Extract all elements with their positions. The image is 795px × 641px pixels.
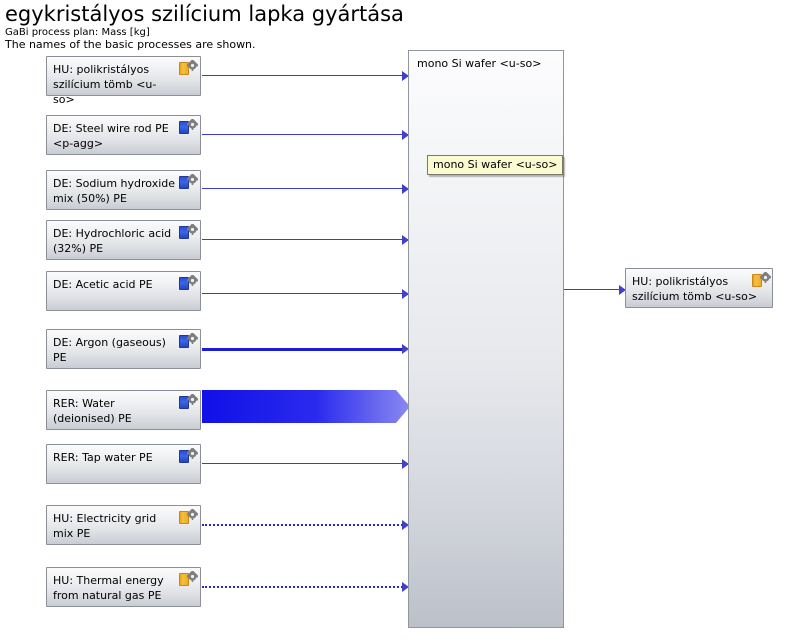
flow-connector	[202, 239, 403, 240]
blue-document-icon	[179, 394, 198, 409]
gear-icon	[187, 224, 198, 235]
blue-document-icon	[179, 174, 198, 189]
orange-document-icon	[179, 571, 198, 586]
gear-icon	[187, 571, 198, 582]
input-process-label: HU: Electricity grid mix PE	[53, 512, 157, 540]
center-process-box[interactable]: mono Si wafer <u-so> x	[408, 50, 564, 628]
plan-note: The names of the basic processes are sho…	[5, 38, 256, 51]
input-process-box[interactable]: DE: Hydrochloric acid (32%) PE	[46, 220, 201, 260]
center-process-label: mono Si wafer <u-so>	[417, 57, 542, 70]
input-process-label: RER: Water (deionised) PE	[53, 397, 132, 425]
flow-connector	[202, 188, 403, 189]
input-process-label: DE: Argon (gaseous) PE	[53, 336, 166, 364]
gear-icon	[187, 119, 198, 130]
gear-icon	[187, 448, 198, 459]
input-process-label: HU: polikristályos szilícium tömb <u-so>	[53, 63, 157, 106]
plan-subtitle: GaBi process plan: Mass [kg]	[5, 27, 150, 38]
input-process-label: DE: Hydrochloric acid (32%) PE	[53, 227, 172, 255]
tooltip: mono Si wafer <u-so>	[427, 155, 564, 175]
input-process-box[interactable]: DE: Steel wire rod PE <p-agg>	[46, 115, 201, 155]
gear-icon	[187, 174, 198, 185]
gear-icon	[187, 333, 198, 344]
orange-document-icon	[752, 272, 771, 287]
input-process-box[interactable]: DE: Argon (gaseous) PE	[46, 329, 201, 369]
input-process-box[interactable]: DE: Sodium hydroxide mix (50%) PE	[46, 170, 201, 210]
blue-document-icon	[179, 448, 198, 463]
gear-icon	[760, 272, 771, 283]
flow-connector	[202, 348, 403, 351]
orange-document-icon	[179, 509, 198, 524]
orange-document-icon	[179, 60, 198, 75]
output-process-label: HU: polikristályos szilícium tömb <u-so>	[632, 275, 758, 303]
gear-icon	[187, 394, 198, 405]
blue-document-icon	[179, 275, 198, 290]
input-process-box[interactable]: RER: Tap water PE	[46, 444, 201, 484]
blue-document-icon	[179, 119, 198, 134]
gear-icon	[187, 60, 198, 71]
input-process-box[interactable]: HU: Electricity grid mix PE	[46, 505, 201, 545]
gear-icon	[187, 275, 198, 286]
output-flow-connector	[564, 289, 620, 290]
input-process-label: DE: Sodium hydroxide mix (50%) PE	[53, 177, 176, 205]
flow-connector	[202, 524, 403, 526]
input-process-box[interactable]: RER: Water (deionised) PE	[46, 390, 201, 430]
gear-icon	[187, 509, 198, 520]
flow-connector	[202, 463, 403, 464]
process-flow-diagram: egykristályos szilícium lapka gyártása G…	[0, 0, 795, 641]
flow-connector	[202, 134, 403, 135]
flow-connector	[202, 75, 403, 76]
input-process-box[interactable]: DE: Acetic acid PE	[46, 271, 201, 311]
flow-connector	[202, 293, 403, 294]
input-process-box[interactable]: HU: polikristályos szilícium tömb <u-so>	[46, 56, 201, 106]
blue-document-icon	[179, 224, 198, 239]
input-process-label: DE: Steel wire rod PE <p-agg>	[53, 122, 169, 150]
flow-connector	[202, 586, 403, 588]
input-process-label: DE: Acetic acid PE	[53, 278, 153, 291]
input-process-box[interactable]: HU: Thermal energy from natural gas PE	[46, 567, 201, 607]
blue-document-icon	[179, 333, 198, 348]
input-process-label: HU: Thermal energy from natural gas PE	[53, 574, 164, 602]
page-title: egykristályos szilícium lapka gyártása	[5, 2, 404, 26]
input-process-label: RER: Tap water PE	[53, 451, 153, 464]
bulk-flow-arrow	[202, 389, 410, 423]
output-process-box[interactable]: HU: polikristályos szilícium tömb <u-so>	[625, 268, 773, 308]
